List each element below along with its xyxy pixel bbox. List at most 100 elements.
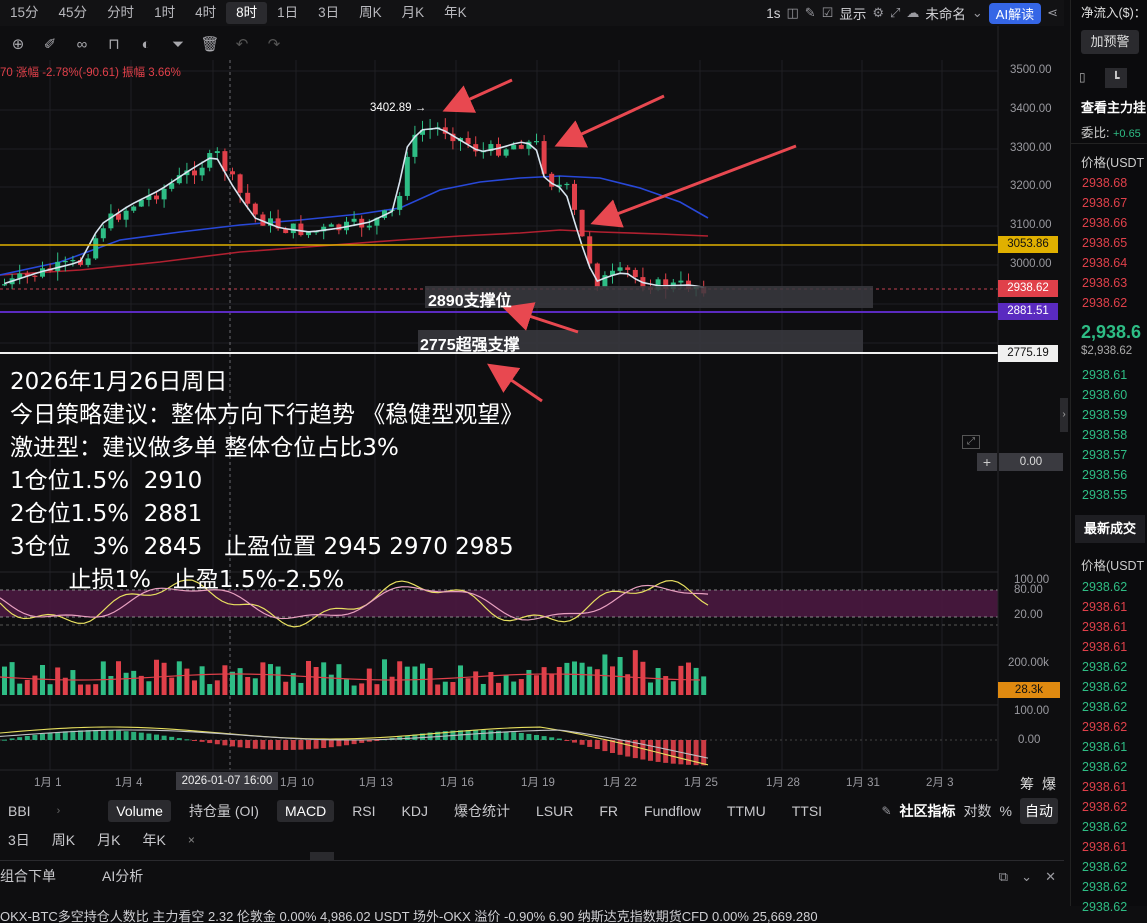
crosshair-time-label: 2026-01-07 16:00 xyxy=(176,772,278,790)
indicator-tab-9[interactable]: Fundflow xyxy=(636,800,709,822)
zoom-icon[interactable]: ⊕ xyxy=(8,35,28,53)
add-indicator-icon[interactable]: + xyxy=(977,453,997,471)
popout-icon[interactable]: ⧉ xyxy=(999,869,1008,885)
ma-fast-line xyxy=(4,127,704,289)
indicator-tab-2[interactable]: 持仓量 (OI) xyxy=(181,798,267,824)
resistance-price-tag: 3053.86 xyxy=(998,236,1058,253)
brush-icon[interactable]: ✐ xyxy=(40,35,60,53)
expand-icon[interactable]: ⤢ xyxy=(962,435,980,449)
redo-icon[interactable]: ↷ xyxy=(264,35,284,53)
timeframe-4[interactable]: 4时 xyxy=(185,0,226,26)
ai-interpret-button[interactable]: AI解读 xyxy=(988,2,1042,24)
indicator-tab-0[interactable]: BBI xyxy=(0,800,39,822)
layout-name[interactable]: 未命名 xyxy=(925,3,966,23)
latest-trades-tab[interactable]: 最新成交 xyxy=(1075,515,1145,543)
indicator-tab-1[interactable]: Volume xyxy=(108,800,171,822)
indicator-tab-5[interactable]: KDJ xyxy=(394,800,436,822)
add-alert-button[interactable]: 加预警 xyxy=(1081,30,1139,54)
indicator-tabs: BBI › Volume 持仓量 (OI) MACD RSI KDJ 爆仓统计 LSUR FR Fu… xyxy=(0,797,1064,825)
row2-item-1[interactable]: 周K xyxy=(44,827,83,853)
settings-icon[interactable]: ⚙ xyxy=(872,5,884,21)
camera-icon[interactable]: ◫ xyxy=(786,5,798,21)
info-line: 70 涨幅 -2.78%(-90.61) 振幅 3.66% xyxy=(0,67,181,79)
timeframe-10[interactable]: 年K xyxy=(434,0,477,26)
log-toggle[interactable]: 对数 xyxy=(964,801,992,821)
timeframe-0[interactable]: 15分 xyxy=(0,0,49,26)
collapse-handle[interactable]: › xyxy=(1060,398,1068,432)
checkbox-icon[interactable]: ☑ xyxy=(822,5,834,21)
resize-handle[interactable] xyxy=(310,852,334,860)
minimize-icon[interactable]: ⌄ xyxy=(1021,869,1032,885)
timeframe-8[interactable]: 周K xyxy=(349,0,392,26)
last-price-usd: $2,938.62 xyxy=(1081,345,1133,357)
time-tick: 1月 31 xyxy=(846,777,880,789)
row2-item-3[interactable]: 年K xyxy=(134,827,173,853)
indicator-tab-4[interactable]: RSI xyxy=(344,800,383,822)
pencil-icon[interactable]: ✎ xyxy=(805,5,816,21)
tab-combo-order[interactable]: 组合下单 xyxy=(0,863,64,889)
ma-slow-line xyxy=(0,229,709,276)
share-icon[interactable]: ⋖ xyxy=(1047,5,1058,21)
display-button[interactable]: 显示 xyxy=(839,3,866,23)
indicator-tab-10[interactable]: TTMU xyxy=(719,800,774,822)
community-icon: ✎ xyxy=(881,804,892,818)
timeframe-7[interactable]: 3日 xyxy=(308,0,349,26)
trade-price: 2938.62 xyxy=(1082,580,1128,594)
main-force-link[interactable]: 查看主力挂 xyxy=(1081,97,1146,116)
row2-item-2[interactable]: 月K xyxy=(89,827,128,853)
tab-ai-analysis[interactable]: AI分析 xyxy=(94,863,151,889)
time-tick: 2月 3 xyxy=(926,777,954,789)
axis-right-controls[interactable]: 筹爆 xyxy=(1020,774,1064,794)
pattern-icon[interactable]: ∞ xyxy=(72,36,92,53)
price-tick: 3100.00 xyxy=(1010,219,1052,231)
close-icon[interactable]: ✕ xyxy=(1045,869,1056,885)
time-tick: 1月 19 xyxy=(521,777,555,789)
bid-price: 2938.58 xyxy=(1082,428,1128,442)
percent-toggle[interactable]: % xyxy=(1000,803,1012,819)
fullscreen-icon[interactable]: ⤢ xyxy=(890,5,900,21)
trade-price: 2938.62 xyxy=(1082,800,1128,814)
timeframe-9[interactable]: 月K xyxy=(392,0,435,26)
ask-price: 2938.63 xyxy=(1082,276,1128,290)
magnet-icon[interactable]: ◐ xyxy=(136,36,156,53)
trade-price: 2938.62 xyxy=(1082,700,1128,714)
time-tick: 1月 13 xyxy=(359,777,393,789)
chevron-right-icon[interactable]: › xyxy=(49,802,69,820)
trade-price: 2938.61 xyxy=(1082,780,1128,794)
bottom-tabs: 组合下单 AI分析 ⧉ ⌄ ✕ xyxy=(0,860,1064,890)
timeframe-1[interactable]: 45分 xyxy=(49,0,98,26)
indicator-tab-6[interactable]: 爆仓统计 xyxy=(446,798,518,824)
timeframe-3[interactable]: 1时 xyxy=(144,0,185,26)
indicator-tab-3[interactable]: MACD xyxy=(276,800,335,822)
time-tick: 1月 4 xyxy=(115,777,143,789)
support-label-1: 2890支撑位 xyxy=(428,293,512,310)
timeframe-2[interactable]: 分时 xyxy=(97,0,144,26)
indicator-tab-7[interactable]: LSUR xyxy=(528,800,581,822)
interval-selector[interactable]: 1s xyxy=(766,6,780,21)
trade-price: 2938.62 xyxy=(1082,860,1128,874)
trade-price: 2938.61 xyxy=(1082,640,1128,654)
row2-item-4[interactable]: × xyxy=(180,830,203,850)
indicator-tab-11[interactable]: TTSI xyxy=(784,800,830,822)
lock-icon[interactable]: ⊓ xyxy=(104,35,124,53)
timeframe-6[interactable]: 1日 xyxy=(267,0,308,26)
ask-price: 2938.64 xyxy=(1082,256,1128,270)
layout-icon[interactable]: ┗ xyxy=(1105,68,1127,88)
auto-toggle[interactable]: 自动 xyxy=(1020,798,1058,824)
strategy-line: 3仓位 3% 2845 止盈位置 2945 2970 2985 xyxy=(10,534,514,560)
timeframe-5[interactable]: 8时 xyxy=(226,2,268,24)
trade-price: 2938.62 xyxy=(1082,880,1128,894)
filter-icon[interactable]: ⏷ xyxy=(168,36,188,53)
price-tick: 3200.00 xyxy=(1010,180,1052,192)
bid-price: 2938.55 xyxy=(1082,488,1128,502)
ask-price: 2938.68 xyxy=(1082,176,1128,190)
community-indicators-button[interactable]: 社区指标 xyxy=(900,801,956,821)
trade-price: 2938.61 xyxy=(1082,840,1128,854)
candlesticks xyxy=(2,118,707,299)
orderbook-icon[interactable]: ▯ xyxy=(1079,70,1086,84)
undo-icon[interactable]: ↶ xyxy=(232,35,252,53)
chevron-down-icon[interactable]: ⌄ xyxy=(972,5,983,21)
trash-icon[interactable]: 🗑 xyxy=(200,35,220,53)
indicator-tab-8[interactable]: FR xyxy=(591,800,626,822)
row2-item-0[interactable]: 3日 xyxy=(0,827,38,853)
